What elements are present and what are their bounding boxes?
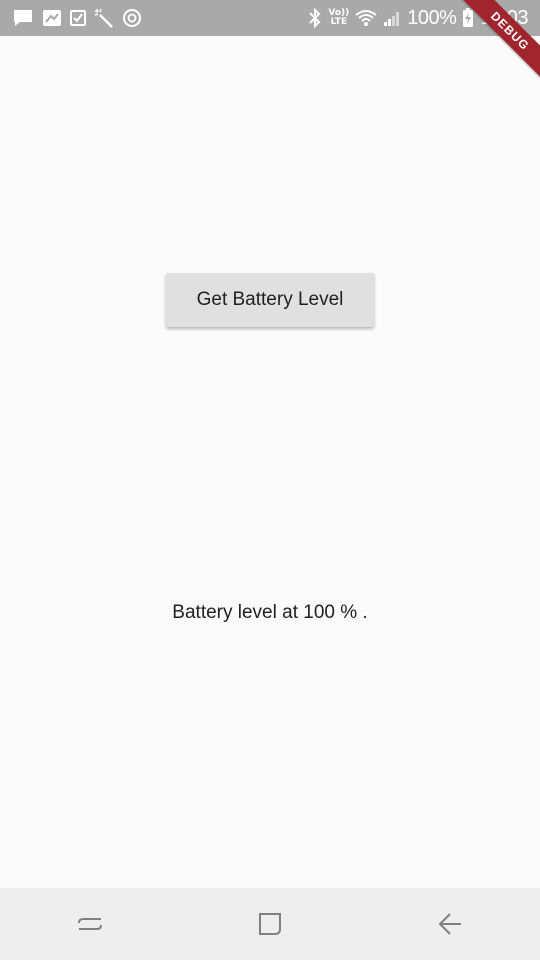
back-button[interactable]: [410, 894, 490, 954]
wifi-icon: [355, 9, 377, 27]
sync-icon: [122, 8, 142, 28]
recent-apps-button[interactable]: [50, 894, 130, 954]
navigation-bar: [0, 888, 540, 960]
notification-icons: [12, 0, 142, 36]
back-icon: [436, 910, 464, 938]
bluetooth-icon: [308, 8, 322, 28]
checkbox-icon: [70, 9, 86, 27]
get-battery-level-button[interactable]: Get Battery Level: [166, 273, 374, 327]
message-icon: [12, 8, 34, 28]
volte-icon: Vo)) LTE: [328, 9, 349, 27]
signal-icon: [383, 9, 401, 27]
home-button[interactable]: [230, 894, 310, 954]
get-battery-level-label: Get Battery Level: [196, 289, 344, 310]
gallery-icon: [42, 9, 62, 27]
recent-apps-icon: [76, 910, 104, 938]
battery-percent: 100%: [407, 6, 457, 29]
status-bar: Vo)) LTE 100% 12:03: [0, 0, 540, 36]
lte-label: LTE: [330, 17, 348, 27]
magic-wand-icon: [94, 8, 114, 28]
home-icon: [256, 910, 284, 938]
screen: Vo)) LTE 100% 12:03 DEBUG Get Battery Le…: [0, 0, 540, 960]
battery-status-text: Battery level at 100 % .: [172, 602, 368, 623]
battery-charging-icon: [462, 8, 474, 28]
